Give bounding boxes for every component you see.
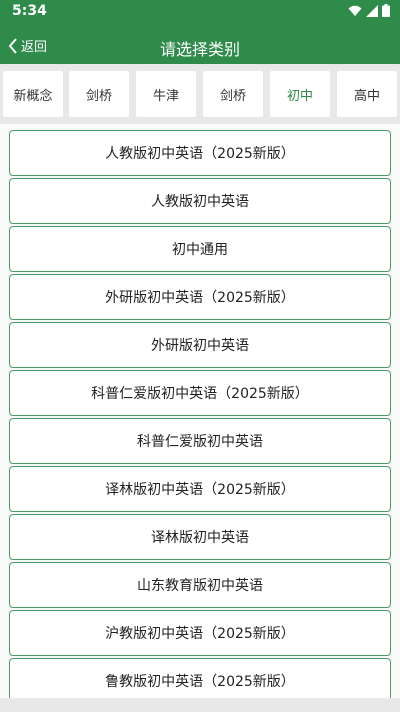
status-icons <box>348 4 390 17</box>
battery-icon <box>382 4 390 17</box>
category-tabs: 新概念 剑桥 牛津 剑桥 初中 高中 <box>0 64 400 124</box>
tab-niujin[interactable]: 牛津 <box>136 71 196 117</box>
list-item[interactable]: 山东教育版初中英语 <box>9 562 391 608</box>
page-title: 请选择类别 <box>159 40 240 59</box>
wifi-icon <box>348 5 362 16</box>
list-item[interactable]: 译林版初中英语 <box>9 514 391 560</box>
list-item[interactable]: 初中通用 <box>9 226 391 272</box>
list-item[interactable]: 沪教版初中英语（2025新版） <box>9 610 391 656</box>
list-item[interactable]: 人教版初中英语 <box>9 178 391 224</box>
list-item[interactable]: 人教版初中英语（2025新版） <box>9 130 391 176</box>
list-item[interactable]: 译林版初中英语（2025新版） <box>9 466 391 512</box>
list-item[interactable]: 科普仁爱版初中英语（2025新版） <box>9 370 391 416</box>
tab-gaozhong[interactable]: 高中 <box>337 71 397 117</box>
list-item[interactable]: 科普仁爱版初中英语 <box>9 418 391 464</box>
list-item[interactable]: 外研版初中英语（2025新版） <box>9 274 391 320</box>
app-bar: 5:34 返回 请选择类别 <box>0 0 400 64</box>
status-time: 5:34 <box>12 3 47 19</box>
category-list: 人教版初中英语（2025新版） 人教版初中英语 初中通用 外研版初中英语（202… <box>0 124 400 712</box>
tab-chuzhong[interactable]: 初中 <box>270 71 330 117</box>
list-item[interactable]: 外研版初中英语 <box>9 322 391 368</box>
tab-jianqiao-1[interactable]: 剑桥 <box>69 71 129 117</box>
tab-xingainian[interactable]: 新概念 <box>3 71 63 117</box>
tab-jianqiao-2[interactable]: 剑桥 <box>203 71 263 117</box>
signal-icon <box>366 4 378 17</box>
system-nav-bar <box>0 698 400 712</box>
